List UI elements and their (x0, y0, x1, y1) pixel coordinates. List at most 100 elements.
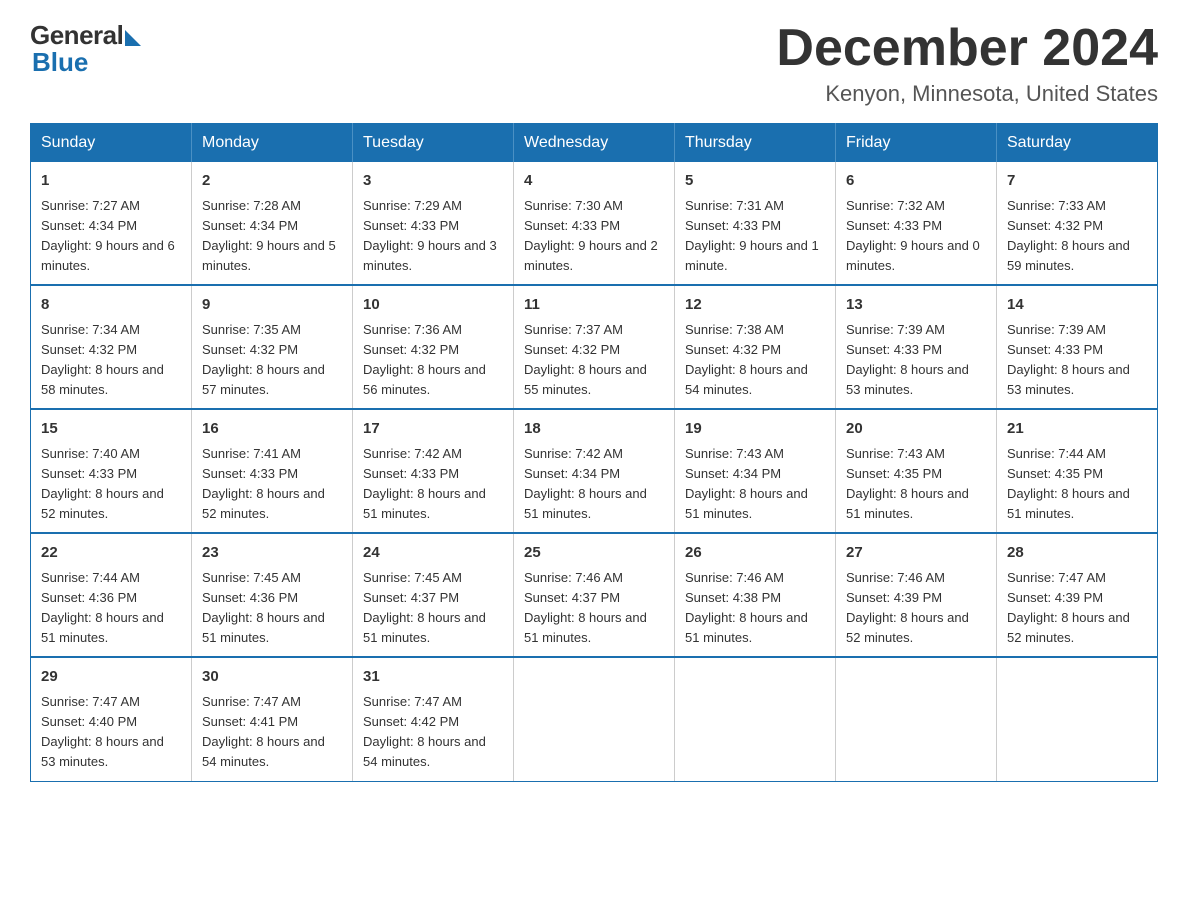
day-info: Sunrise: 7:47 AMSunset: 4:40 PMDaylight:… (41, 694, 164, 769)
day-info: Sunrise: 7:40 AMSunset: 4:33 PMDaylight:… (41, 446, 164, 521)
logo: General Blue (30, 20, 141, 78)
day-number: 31 (363, 666, 503, 689)
day-number: 27 (846, 542, 986, 565)
day-info: Sunrise: 7:47 AMSunset: 4:41 PMDaylight:… (202, 694, 325, 769)
col-thursday: Thursday (675, 124, 836, 163)
day-info: Sunrise: 7:42 AMSunset: 4:34 PMDaylight:… (524, 446, 647, 521)
calendar-cell: 13 Sunrise: 7:39 AMSunset: 4:33 PMDaylig… (836, 285, 997, 409)
day-number: 8 (41, 294, 181, 317)
col-sunday: Sunday (31, 124, 192, 163)
day-info: Sunrise: 7:34 AMSunset: 4:32 PMDaylight:… (41, 322, 164, 397)
day-number: 20 (846, 418, 986, 441)
day-info: Sunrise: 7:28 AMSunset: 4:34 PMDaylight:… (202, 198, 336, 273)
day-number: 25 (524, 542, 664, 565)
day-info: Sunrise: 7:27 AMSunset: 4:34 PMDaylight:… (41, 198, 175, 273)
calendar-cell: 25 Sunrise: 7:46 AMSunset: 4:37 PMDaylig… (514, 533, 675, 657)
day-info: Sunrise: 7:35 AMSunset: 4:32 PMDaylight:… (202, 322, 325, 397)
day-number: 17 (363, 418, 503, 441)
calendar-header-row: Sunday Monday Tuesday Wednesday Thursday… (31, 124, 1158, 163)
col-monday: Monday (192, 124, 353, 163)
calendar-cell: 20 Sunrise: 7:43 AMSunset: 4:35 PMDaylig… (836, 409, 997, 533)
day-info: Sunrise: 7:45 AMSunset: 4:36 PMDaylight:… (202, 570, 325, 645)
calendar-cell: 15 Sunrise: 7:40 AMSunset: 4:33 PMDaylig… (31, 409, 192, 533)
day-number: 16 (202, 418, 342, 441)
day-info: Sunrise: 7:47 AMSunset: 4:42 PMDaylight:… (363, 694, 486, 769)
day-info: Sunrise: 7:45 AMSunset: 4:37 PMDaylight:… (363, 570, 486, 645)
calendar-cell: 5 Sunrise: 7:31 AMSunset: 4:33 PMDayligh… (675, 162, 836, 285)
calendar-cell (836, 657, 997, 781)
col-friday: Friday (836, 124, 997, 163)
location-subtitle: Kenyon, Minnesota, United States (776, 81, 1158, 107)
day-number: 9 (202, 294, 342, 317)
day-number: 2 (202, 170, 342, 193)
day-number: 4 (524, 170, 664, 193)
day-number: 1 (41, 170, 181, 193)
calendar-cell: 30 Sunrise: 7:47 AMSunset: 4:41 PMDaylig… (192, 657, 353, 781)
title-area: December 2024 Kenyon, Minnesota, United … (776, 20, 1158, 107)
day-number: 3 (363, 170, 503, 193)
day-number: 10 (363, 294, 503, 317)
day-number: 5 (685, 170, 825, 193)
calendar-cell (675, 657, 836, 781)
calendar-cell: 12 Sunrise: 7:38 AMSunset: 4:32 PMDaylig… (675, 285, 836, 409)
day-number: 24 (363, 542, 503, 565)
day-info: Sunrise: 7:36 AMSunset: 4:32 PMDaylight:… (363, 322, 486, 397)
day-info: Sunrise: 7:43 AMSunset: 4:35 PMDaylight:… (846, 446, 969, 521)
day-number: 19 (685, 418, 825, 441)
day-number: 28 (1007, 542, 1147, 565)
day-info: Sunrise: 7:42 AMSunset: 4:33 PMDaylight:… (363, 446, 486, 521)
day-number: 30 (202, 666, 342, 689)
calendar-cell: 9 Sunrise: 7:35 AMSunset: 4:32 PMDayligh… (192, 285, 353, 409)
calendar-table: Sunday Monday Tuesday Wednesday Thursday… (30, 123, 1158, 781)
calendar-week-row: 15 Sunrise: 7:40 AMSunset: 4:33 PMDaylig… (31, 409, 1158, 533)
calendar-cell: 23 Sunrise: 7:45 AMSunset: 4:36 PMDaylig… (192, 533, 353, 657)
calendar-cell: 7 Sunrise: 7:33 AMSunset: 4:32 PMDayligh… (997, 162, 1158, 285)
day-info: Sunrise: 7:33 AMSunset: 4:32 PMDaylight:… (1007, 198, 1130, 273)
day-info: Sunrise: 7:44 AMSunset: 4:36 PMDaylight:… (41, 570, 164, 645)
calendar-cell: 3 Sunrise: 7:29 AMSunset: 4:33 PMDayligh… (353, 162, 514, 285)
calendar-cell (997, 657, 1158, 781)
day-number: 26 (685, 542, 825, 565)
calendar-cell: 29 Sunrise: 7:47 AMSunset: 4:40 PMDaylig… (31, 657, 192, 781)
day-info: Sunrise: 7:39 AMSunset: 4:33 PMDaylight:… (846, 322, 969, 397)
day-number: 12 (685, 294, 825, 317)
day-info: Sunrise: 7:44 AMSunset: 4:35 PMDaylight:… (1007, 446, 1130, 521)
day-info: Sunrise: 7:46 AMSunset: 4:38 PMDaylight:… (685, 570, 808, 645)
day-number: 6 (846, 170, 986, 193)
day-number: 23 (202, 542, 342, 565)
day-info: Sunrise: 7:37 AMSunset: 4:32 PMDaylight:… (524, 322, 647, 397)
day-info: Sunrise: 7:46 AMSunset: 4:37 PMDaylight:… (524, 570, 647, 645)
calendar-cell: 4 Sunrise: 7:30 AMSunset: 4:33 PMDayligh… (514, 162, 675, 285)
col-saturday: Saturday (997, 124, 1158, 163)
month-year-title: December 2024 (776, 20, 1158, 77)
calendar-cell: 28 Sunrise: 7:47 AMSunset: 4:39 PMDaylig… (997, 533, 1158, 657)
logo-arrow-icon (125, 30, 141, 46)
day-info: Sunrise: 7:38 AMSunset: 4:32 PMDaylight:… (685, 322, 808, 397)
calendar-cell: 22 Sunrise: 7:44 AMSunset: 4:36 PMDaylig… (31, 533, 192, 657)
calendar-cell (514, 657, 675, 781)
day-info: Sunrise: 7:30 AMSunset: 4:33 PMDaylight:… (524, 198, 658, 273)
day-number: 22 (41, 542, 181, 565)
day-info: Sunrise: 7:41 AMSunset: 4:33 PMDaylight:… (202, 446, 325, 521)
day-number: 21 (1007, 418, 1147, 441)
calendar-cell: 1 Sunrise: 7:27 AMSunset: 4:34 PMDayligh… (31, 162, 192, 285)
day-info: Sunrise: 7:43 AMSunset: 4:34 PMDaylight:… (685, 446, 808, 521)
day-info: Sunrise: 7:31 AMSunset: 4:33 PMDaylight:… (685, 198, 819, 273)
calendar-cell: 14 Sunrise: 7:39 AMSunset: 4:33 PMDaylig… (997, 285, 1158, 409)
calendar-cell: 11 Sunrise: 7:37 AMSunset: 4:32 PMDaylig… (514, 285, 675, 409)
calendar-cell: 31 Sunrise: 7:47 AMSunset: 4:42 PMDaylig… (353, 657, 514, 781)
day-number: 7 (1007, 170, 1147, 193)
calendar-cell: 8 Sunrise: 7:34 AMSunset: 4:32 PMDayligh… (31, 285, 192, 409)
day-number: 11 (524, 294, 664, 317)
calendar-cell: 21 Sunrise: 7:44 AMSunset: 4:35 PMDaylig… (997, 409, 1158, 533)
logo-blue-text: Blue (30, 47, 88, 78)
day-info: Sunrise: 7:29 AMSunset: 4:33 PMDaylight:… (363, 198, 497, 273)
page-header: General Blue December 2024 Kenyon, Minne… (30, 20, 1158, 107)
day-number: 29 (41, 666, 181, 689)
day-info: Sunrise: 7:47 AMSunset: 4:39 PMDaylight:… (1007, 570, 1130, 645)
col-wednesday: Wednesday (514, 124, 675, 163)
calendar-cell: 24 Sunrise: 7:45 AMSunset: 4:37 PMDaylig… (353, 533, 514, 657)
day-number: 15 (41, 418, 181, 441)
calendar-cell: 27 Sunrise: 7:46 AMSunset: 4:39 PMDaylig… (836, 533, 997, 657)
day-info: Sunrise: 7:32 AMSunset: 4:33 PMDaylight:… (846, 198, 980, 273)
